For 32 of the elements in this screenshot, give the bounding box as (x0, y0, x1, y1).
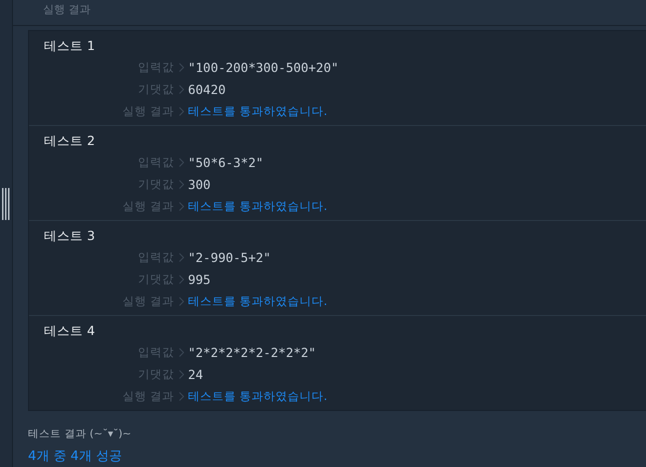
field-value: "2*2*2*2*2-2*2*2" (188, 344, 317, 360)
panel-title: 실행 결과 (43, 3, 90, 17)
chevron-icon (178, 274, 184, 284)
test-title: 테스트 1 (44, 37, 95, 55)
pass-message: 테스트를 통과하였습니다. (188, 388, 328, 404)
field-value: 995 (188, 272, 212, 286)
field-value: "100-200*300-500+20" (188, 60, 340, 74)
summary-result: 4개 중 4개 성공 (28, 448, 122, 465)
drag-handle-icon[interactable] (2, 188, 10, 220)
field-value: 24 (188, 366, 204, 382)
pass-message: 테스트를 통과하였습니다. (188, 198, 328, 214)
field-value: 300 (188, 176, 212, 192)
pass-message: 테스트를 통과하였습니다. (188, 294, 328, 308)
chevron-icon (178, 370, 184, 378)
chevron-icon (178, 158, 184, 166)
chevron-icon (178, 202, 184, 210)
pass-message: 테스트를 통과하였습니다. (188, 104, 328, 118)
chevron-icon (178, 348, 184, 356)
chevron-icon (178, 296, 184, 306)
test-title: 테스트 3 (44, 227, 95, 245)
field-value: 60420 (188, 82, 227, 96)
chevron-icon (178, 252, 184, 262)
summary-title: 테스트 결과 (~˘▾˘)~ (28, 427, 132, 441)
chevron-icon (178, 392, 184, 400)
test-title: 테스트 2 (44, 132, 95, 150)
chevron-icon (178, 84, 184, 94)
test-title: 테스트 4 (44, 322, 95, 340)
field-value: "50*6-3*2" (188, 154, 264, 170)
chevron-icon (178, 106, 184, 116)
field-value: "2-990-5+2" (188, 250, 272, 264)
chevron-icon (178, 62, 184, 72)
chevron-icon (178, 180, 184, 188)
